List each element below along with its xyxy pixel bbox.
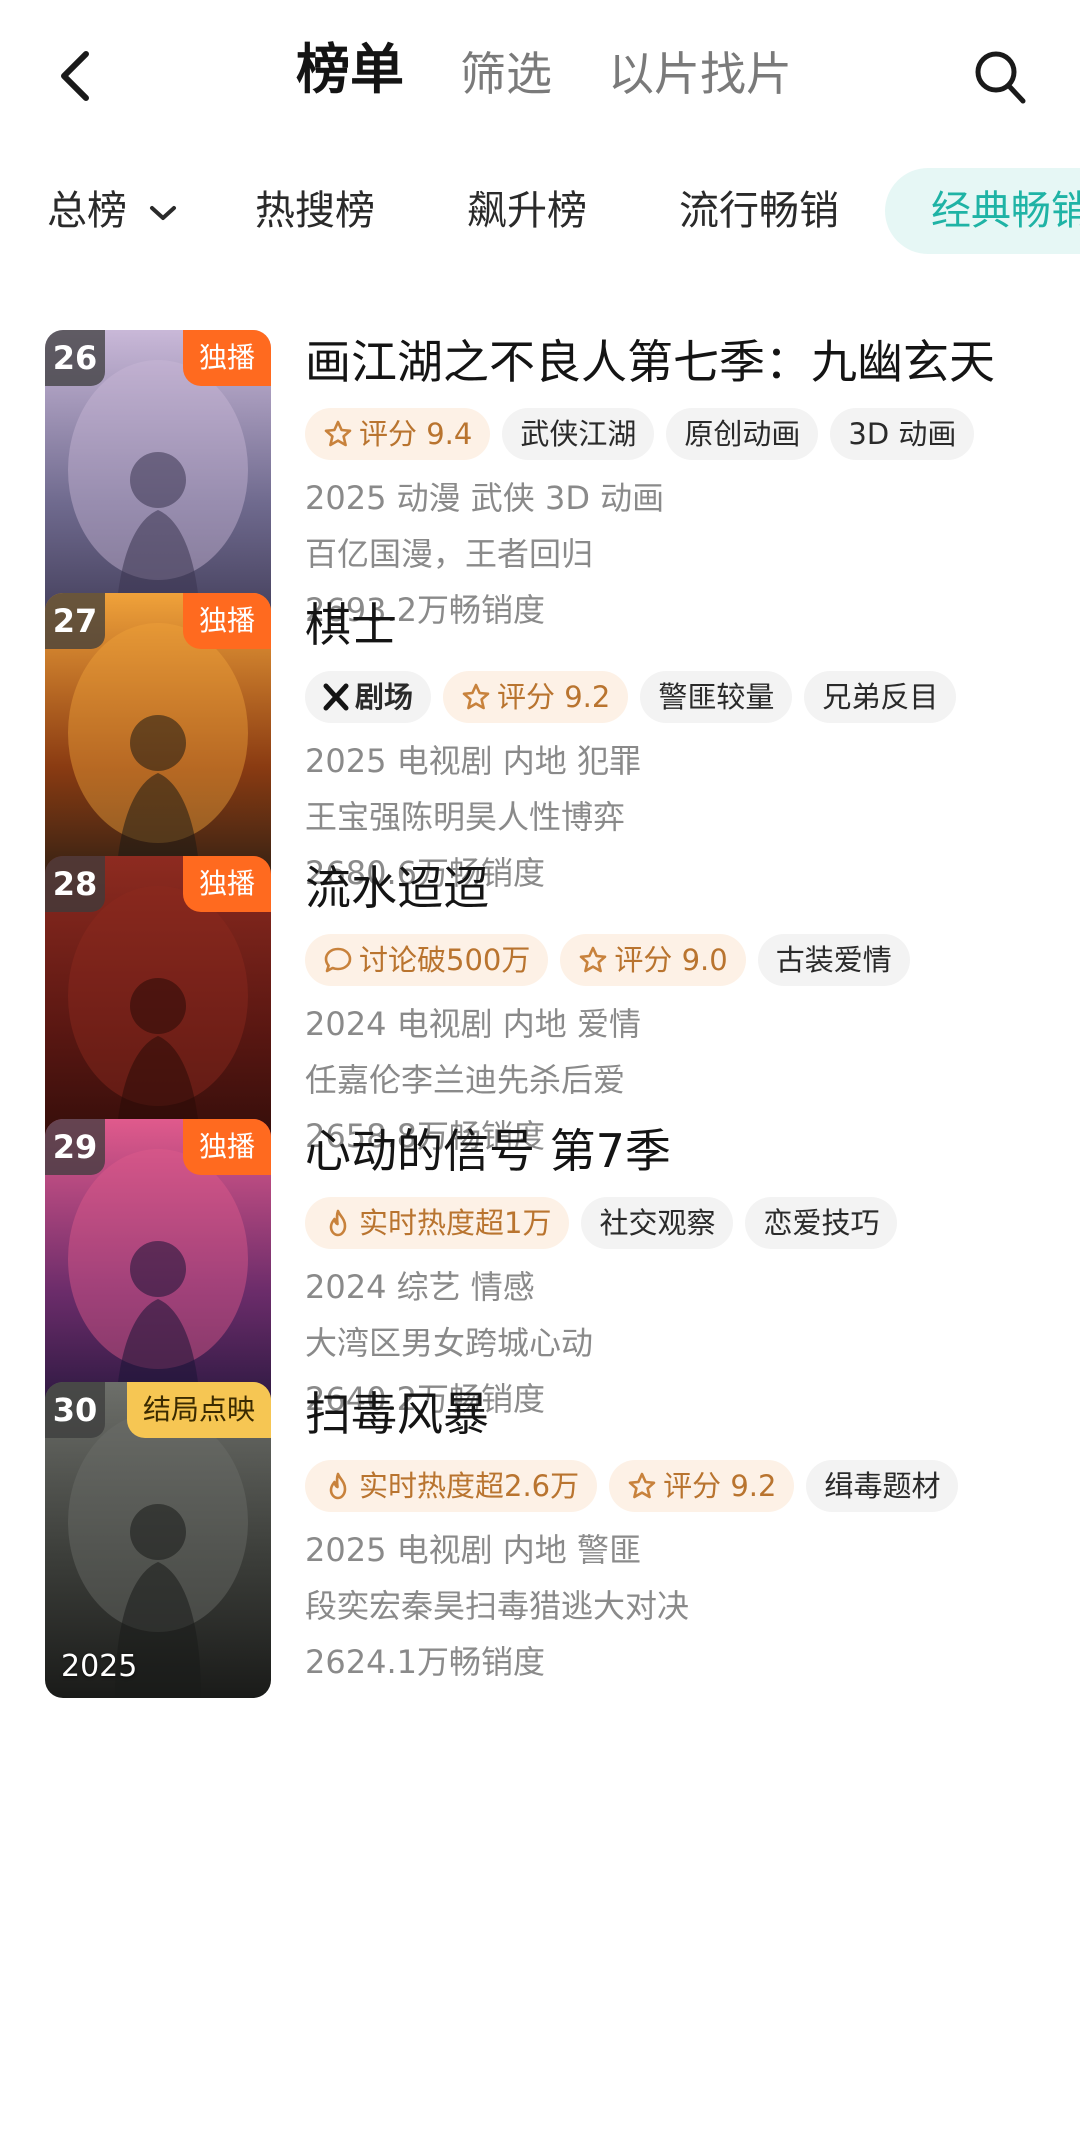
- discuss-tag[interactable]: 讨论破500万: [305, 934, 549, 986]
- rank-number: 30: [45, 1382, 105, 1438]
- tag-label: 武侠江湖: [520, 417, 637, 451]
- tab-ranking[interactable]: 榜单: [296, 38, 404, 102]
- rank-number: 27: [45, 593, 105, 649]
- tab-find-by-film[interactable]: 以片找片: [608, 42, 792, 106]
- tag-label: 缉毒题材: [824, 1469, 941, 1503]
- item-title[interactable]: 画江湖之不良人第七季：九幽玄天: [305, 330, 1065, 394]
- rank-number: 29: [45, 1119, 105, 1175]
- tag-label: 社交观察: [599, 1206, 716, 1240]
- genre-tag[interactable]: 社交观察: [581, 1197, 734, 1249]
- item-meta: 2024 电视剧 内地 爱情: [305, 1005, 641, 1043]
- tag-label: 评分 9.0: [614, 943, 728, 977]
- exclusive-badge: 独播: [182, 330, 271, 386]
- item-description: 段奕宏秦昊扫毒猎逃大对决: [305, 1587, 690, 1625]
- tab-filter[interactable]: 筛选: [460, 42, 552, 106]
- subtab-popular-sales[interactable]: 流行畅销: [679, 168, 839, 254]
- flame-icon: [329, 1209, 347, 1237]
- exclusive-badge: 独播: [182, 1119, 271, 1175]
- tag-label: 评分 9.2: [663, 1469, 777, 1503]
- genre-tag[interactable]: 恋爱技巧: [745, 1197, 898, 1249]
- item-title[interactable]: 棋士: [305, 593, 1065, 657]
- ranking-category-tabs: 总榜 热搜榜 飙升榜 流行畅销 经典畅销: [0, 168, 1080, 254]
- x-theater-logo-icon: [323, 683, 349, 711]
- genre-tag[interactable]: 警匪较量: [640, 671, 793, 723]
- rating-tag[interactable]: 评分 9.0: [560, 934, 746, 986]
- tag-label: 警匪较量: [658, 680, 775, 714]
- genre-tag[interactable]: 3D 动画: [830, 408, 975, 460]
- genre-tag[interactable]: 兄弟反目: [804, 671, 957, 723]
- item-title[interactable]: 心动的信号 第7季: [305, 1119, 1065, 1183]
- tag-label: 讨论破500万: [359, 943, 531, 977]
- genre-tag[interactable]: 缉毒题材: [806, 1460, 959, 1512]
- tag-row: 讨论破500万 评分 9.0 古装爱情: [305, 934, 1065, 986]
- poster-year: 2025: [61, 1649, 138, 1684]
- item-meta: 2024 综艺 情感: [305, 1268, 535, 1306]
- item-info: 扫毒风暴 实时热度超2.6万 评分 9.2 缉毒题材 2025 电视剧 内地 警匪 …: [305, 1382, 1065, 1690]
- item-title[interactable]: 流水迢迢: [305, 856, 1065, 920]
- star-icon: [462, 683, 490, 710]
- top-bar: 榜单 筛选 以片找片: [0, 0, 1080, 150]
- item-sales: 2624.1万畅销度: [305, 1643, 545, 1681]
- subtab-label: 总榜: [47, 188, 127, 234]
- subtab-classic-sales[interactable]: 经典畅销: [885, 168, 1080, 254]
- rating-tag[interactable]: 评分 9.2: [443, 671, 629, 723]
- star-icon: [580, 946, 607, 973]
- item-meta: 2025 电视剧 内地 犯罪: [305, 742, 641, 780]
- brand-tag[interactable]: 剧场: [305, 671, 432, 723]
- tag-row: 实时热度超2.6万 评分 9.2 缉毒题材: [305, 1460, 1065, 1512]
- chevron-down-icon: [149, 206, 176, 220]
- tag-label: 剧场: [355, 680, 414, 714]
- rating-tag[interactable]: 评分 9.4: [305, 408, 491, 460]
- flame-icon: [329, 1472, 347, 1500]
- back-arrow-icon: [61, 51, 89, 101]
- genre-tag[interactable]: 武侠江湖: [502, 408, 655, 460]
- poster-image[interactable]: 30 结局点映 2025: [45, 1382, 271, 1698]
- genre-tag[interactable]: 原创动画: [666, 408, 819, 460]
- exclusive-badge: 独播: [182, 856, 271, 912]
- tag-label: 原创动画: [684, 417, 801, 451]
- item-meta: 2025 电视剧 内地 警匪: [305, 1531, 641, 1569]
- hot-tag[interactable]: 实时热度超2.6万: [305, 1460, 598, 1512]
- hot-tag[interactable]: 实时热度超1万: [305, 1197, 570, 1249]
- tag-label: 3D 动画: [848, 417, 957, 451]
- tag-row: 实时热度超1万 社交观察 恋爱技巧: [305, 1197, 1065, 1249]
- tag-label: 兄弟反目: [822, 680, 939, 714]
- subtab-hot-search[interactable]: 热搜榜: [255, 168, 375, 254]
- tag-label: 古装爱情: [775, 943, 892, 977]
- tag-label: 评分 9.4: [359, 417, 473, 451]
- search-button[interactable]: [972, 48, 1028, 106]
- tag-label: 评分 9.2: [497, 680, 611, 714]
- item-meta: 2025 动漫 武侠 3D 动画: [305, 479, 665, 517]
- tag-label: 实时热度超1万: [359, 1206, 552, 1240]
- rating-tag[interactable]: 评分 9.2: [609, 1460, 795, 1512]
- subtab-overall[interactable]: 总榜: [47, 168, 178, 254]
- tag-row: 评分 9.4 武侠江湖 原创动画 3D 动画: [305, 408, 1065, 460]
- subtab-rising[interactable]: 飙升榜: [467, 168, 587, 254]
- star-icon: [324, 420, 352, 447]
- comment-icon: [324, 947, 352, 973]
- tag-row: 剧场 评分 9.2 警匪较量 兄弟反目: [305, 671, 1065, 723]
- item-title[interactable]: 扫毒风暴: [305, 1382, 1065, 1446]
- tag-label: 恋爱技巧: [763, 1206, 880, 1240]
- star-icon: [628, 1472, 656, 1499]
- finale-preview-badge: 结局点映: [126, 1382, 271, 1438]
- back-button[interactable]: [50, 44, 110, 108]
- tag-label: 实时热度超2.6万: [359, 1469, 580, 1503]
- genre-tag[interactable]: 古装爱情: [757, 934, 910, 986]
- exclusive-badge: 独播: [182, 593, 271, 649]
- search-icon: [975, 51, 1026, 104]
- rank-number: 28: [45, 856, 105, 912]
- list-item-30[interactable]: 30 结局点映 2025 扫毒风暴 实时热度超2.6万 评分 9.2 缉毒题材 20…: [0, 1352, 1080, 1698]
- rank-number: 26: [45, 330, 105, 386]
